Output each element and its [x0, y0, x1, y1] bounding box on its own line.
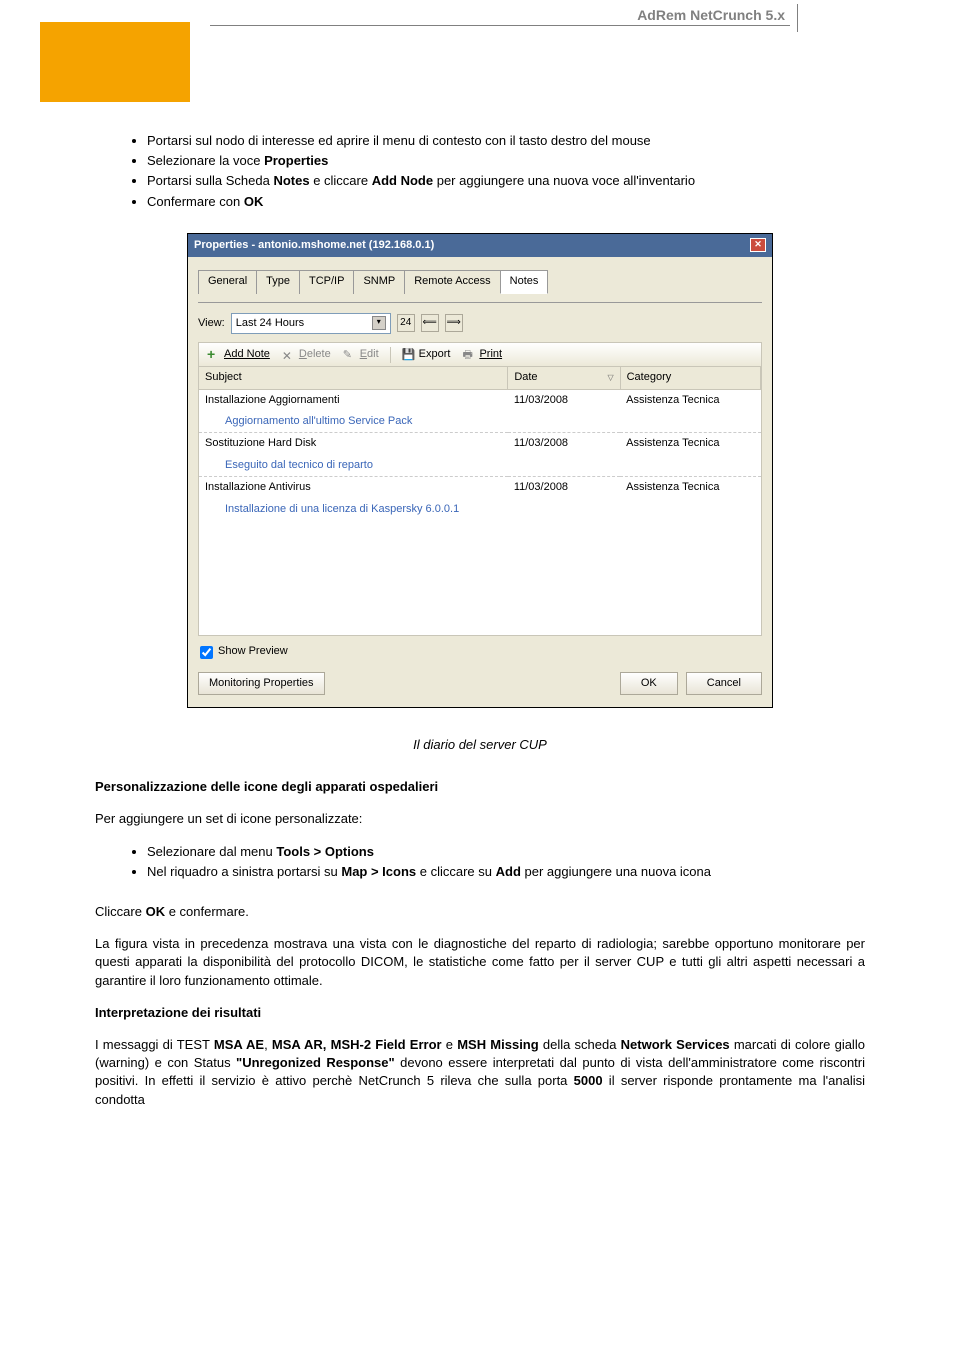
forward-icon[interactable]: ⟹ — [445, 314, 463, 332]
body-text: Per aggiungere un set di icone personali… — [95, 810, 865, 828]
titlebar[interactable]: Properties - antonio.mshome.net (192.168… — [188, 234, 772, 257]
notes-toolbar: +Add Note ✕Delete ✎Edit 💾Export 🖶Print — [198, 342, 762, 366]
close-icon[interactable]: ✕ — [750, 238, 766, 252]
table-row[interactable]: Installazione Aggiornamenti11/03/2008Ass… — [199, 389, 761, 411]
table-row-detail: Aggiornamento all'ultimo Service Pack — [199, 411, 761, 433]
table-row[interactable]: Installazione Antivirus11/03/2008Assiste… — [199, 477, 761, 499]
list-item: Portarsi sul nodo di interesse ed aprire… — [147, 132, 865, 150]
list-item: Nel riquadro a sinistra portarsi su Map … — [147, 863, 865, 881]
col-subject[interactable]: Subject — [199, 367, 508, 389]
section-heading: Interpretazione dei risultati — [95, 1004, 865, 1022]
edit-button[interactable]: ✎Edit — [340, 346, 382, 363]
print-button[interactable]: 🖶Print — [459, 346, 505, 363]
separator — [390, 347, 391, 363]
page-header: AdRem NetCrunch 5.x — [0, 0, 960, 120]
delete-icon: ✕ — [282, 348, 296, 362]
list-item: Portarsi sulla Scheda Notes e cliccare A… — [147, 172, 865, 190]
tab-tcpip[interactable]: TCP/IP — [299, 270, 354, 293]
add-note-button[interactable]: +Add Note — [204, 346, 273, 363]
export-button[interactable]: 💾Export — [399, 346, 454, 363]
clock-icon[interactable]: 24 — [397, 314, 415, 332]
properties-dialog: Properties - antonio.mshome.net (192.168… — [187, 233, 773, 708]
section-heading: Personalizzazione delle icone degli appa… — [95, 778, 865, 796]
tab-strip: General Type TCP/IP SNMP Remote Access N… — [198, 269, 762, 292]
header-divider — [210, 25, 790, 26]
body-text: I messaggi di TEST MSA AE, MSA AR, MSH-2… — [95, 1036, 865, 1109]
tab-snmp[interactable]: SNMP — [353, 270, 405, 293]
cancel-button[interactable]: Cancel — [686, 672, 762, 695]
chevron-down-icon[interactable]: ▾ — [372, 316, 386, 330]
ok-button[interactable]: OK — [620, 672, 678, 695]
col-date[interactable]: Date▽ — [508, 367, 620, 389]
view-select[interactable]: Last 24 Hours ▾ — [231, 313, 391, 334]
view-value: Last 24 Hours — [236, 316, 304, 331]
edit-icon: ✎ — [343, 348, 357, 362]
list-item: Selezionare la voce Properties — [147, 152, 865, 170]
notes-grid[interactable]: Subject Date▽ Category Installazione Agg… — [198, 366, 762, 636]
save-icon: 💾 — [402, 348, 416, 362]
body-text: La figura vista in precedenza mostrava u… — [95, 935, 865, 990]
show-preview-label: Show Preview — [218, 644, 288, 659]
intro-list: Portarsi sul nodo di interesse ed aprire… — [95, 132, 865, 211]
back-icon[interactable]: ⟸ — [421, 314, 439, 332]
print-icon: 🖶 — [462, 348, 476, 362]
table-row-detail: Eseguito dal tecnico di reparto — [199, 455, 761, 477]
product-title: AdRem NetCrunch 5.x — [637, 6, 785, 26]
dialog-title: Properties - antonio.mshome.net (192.168… — [194, 238, 434, 253]
list-item: Selezionare dal menu Tools > Options — [147, 843, 865, 861]
sort-desc-icon: ▽ — [607, 372, 613, 383]
logo-placeholder — [40, 22, 190, 102]
monitoring-properties-button[interactable]: Monitoring Properties — [198, 672, 325, 695]
list-item: Confermare con OK — [147, 193, 865, 211]
plus-icon: + — [207, 348, 221, 362]
tab-remote-access[interactable]: Remote Access — [404, 270, 500, 293]
delete-button[interactable]: ✕Delete — [279, 346, 334, 363]
view-label: View: — [198, 316, 225, 331]
steps-list: Selezionare dal menu Tools > Options Nel… — [95, 843, 865, 881]
tab-notes[interactable]: Notes — [500, 270, 549, 293]
table-row[interactable]: Sostituzione Hard Disk11/03/2008Assisten… — [199, 433, 761, 455]
body-text: Cliccare OK e confermare. — [95, 903, 865, 921]
col-category[interactable]: Category — [620, 367, 760, 389]
header-vdivider — [797, 4, 798, 32]
show-preview-checkbox[interactable] — [200, 646, 213, 659]
figure-caption: Il diario del server CUP — [95, 736, 865, 754]
tab-type[interactable]: Type — [256, 270, 300, 293]
table-row-detail: Installazione di una licenza di Kaspersk… — [199, 499, 761, 520]
tab-general[interactable]: General — [198, 270, 257, 293]
tabs-divider — [198, 302, 762, 303]
